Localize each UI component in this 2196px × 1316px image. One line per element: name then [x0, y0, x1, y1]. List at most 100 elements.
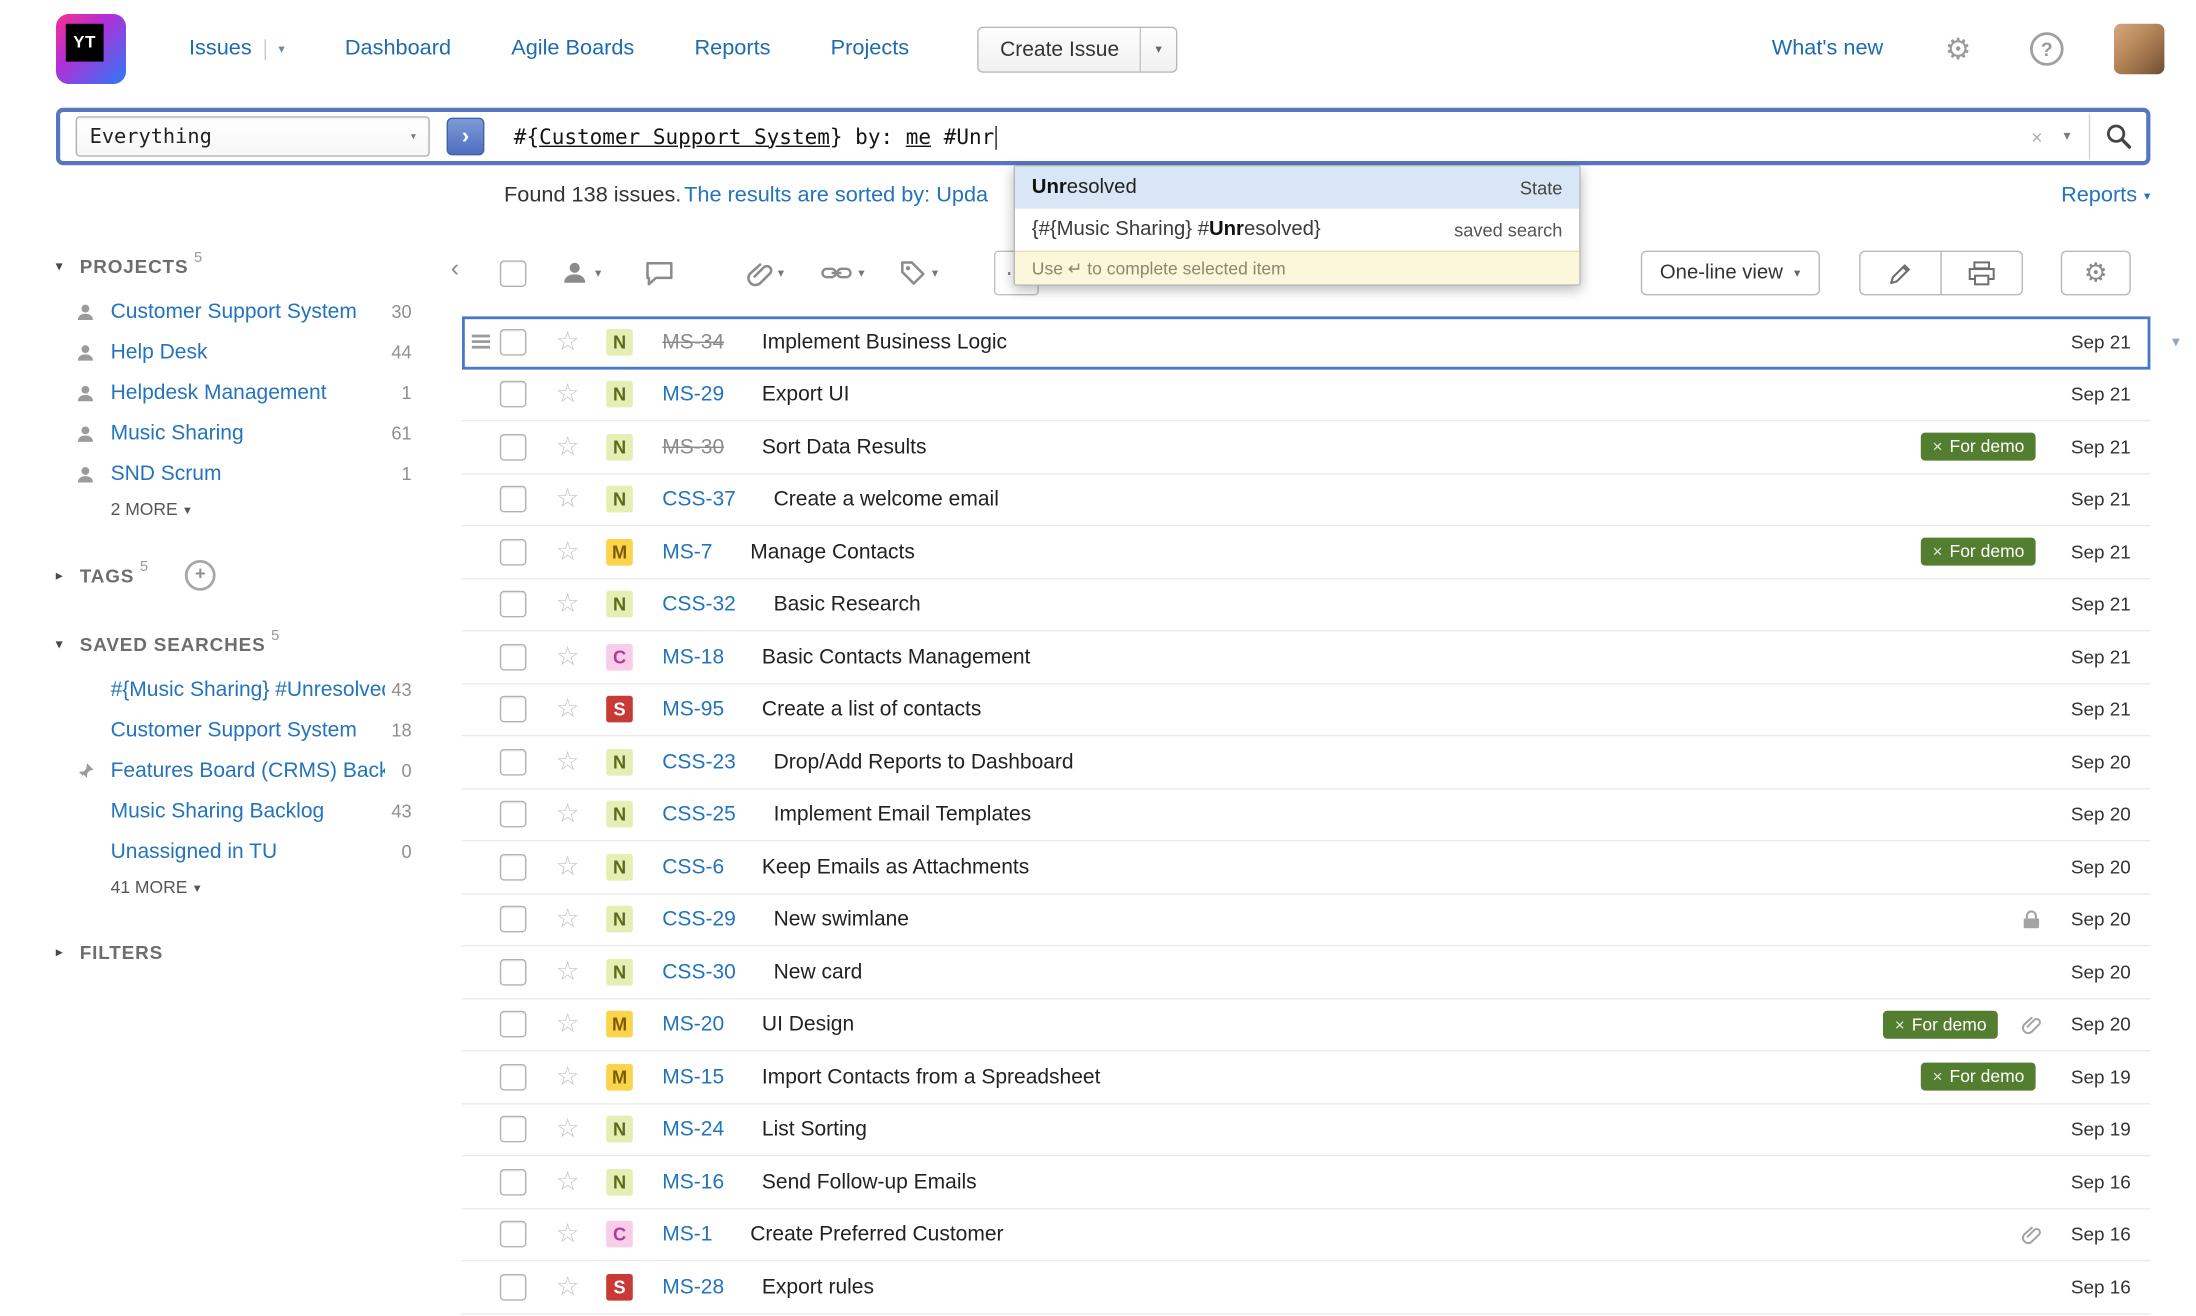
tags-section-header[interactable]: ▸ TAGS 5 + — [56, 563, 465, 588]
sidebar-item[interactable]: Customer Support System 30 — [56, 291, 465, 332]
saved-searches-section-header[interactable]: ▾ SAVED SEARCHES 5 — [56, 631, 465, 656]
issue-checkbox[interactable] — [500, 434, 527, 461]
star-icon[interactable]: ☆ — [556, 959, 580, 986]
assignee-tool-button[interactable]: ▾ — [560, 259, 601, 287]
issue-id-link[interactable]: MS-1 — [662, 1223, 712, 1247]
sidebar-collapse-icon[interactable]: ‹ — [451, 255, 459, 280]
issue-id-link[interactable]: CSS-29 — [662, 908, 736, 932]
star-icon[interactable]: ☆ — [556, 1116, 580, 1143]
edit-button[interactable] — [1859, 251, 1942, 296]
star-icon[interactable]: ☆ — [556, 329, 580, 356]
sidebar-item[interactable]: Helpdesk Management 1 — [56, 372, 465, 413]
issue-checkbox[interactable] — [500, 1011, 527, 1038]
issue-checkbox[interactable] — [500, 749, 527, 776]
issue-checkbox[interactable] — [500, 959, 527, 986]
star-icon[interactable]: ☆ — [556, 1169, 580, 1196]
issue-row[interactable]: ☆ N CSS-23 Drop/Add Reports to Dashboard… — [462, 736, 2150, 789]
search-go-button[interactable]: › — [447, 118, 485, 156]
issue-row[interactable]: ☆ S MS-95 Create a list of contacts Sep … — [462, 684, 2150, 737]
nav-item-agile-boards[interactable]: Agile Boards — [511, 36, 634, 61]
sort-order-link[interactable]: The results are sorted by: Upda — [684, 183, 988, 208]
star-icon[interactable]: ☆ — [556, 1064, 580, 1091]
issue-row[interactable]: ☆ C MS-1 Create Preferred Customer Sep 1… — [462, 1209, 2150, 1262]
sidebar-item[interactable]: Customer Support System 18 — [56, 710, 465, 751]
clear-search-icon[interactable]: × — [2031, 125, 2042, 147]
issue-title-link[interactable]: Implement Email Templates — [774, 803, 1032, 827]
sidebar-item[interactable]: Music Sharing Backlog 43 — [56, 791, 465, 832]
help-icon[interactable]: ? — [2030, 32, 2064, 66]
issue-id-link[interactable]: CSS-23 — [662, 750, 736, 774]
issue-row[interactable]: ☆ N CSS-30 New card Sep 20 — [462, 946, 2150, 999]
issue-row[interactable]: ☆ N CSS-6 Keep Emails as Attachments Sep… — [462, 841, 2150, 894]
issue-checkbox[interactable] — [500, 1274, 527, 1301]
create-issue-dropdown-caret[interactable]: ▾ — [1140, 27, 1176, 70]
issue-title-link[interactable]: Basic Contacts Management — [762, 645, 1030, 669]
reports-dropdown[interactable]: Reports ▾ — [2061, 183, 2150, 208]
tag-tool-button[interactable]: ▾ — [898, 259, 938, 287]
star-icon[interactable]: ☆ — [556, 696, 580, 723]
issue-checkbox[interactable] — [500, 1169, 527, 1196]
issue-checkbox[interactable] — [500, 1116, 527, 1143]
add-tag-button[interactable]: + — [185, 560, 216, 591]
issue-title-link[interactable]: List Sorting — [762, 1118, 867, 1142]
issue-id-link[interactable]: MS-18 — [662, 645, 724, 669]
remove-tag-icon[interactable]: × — [1933, 437, 1943, 457]
issue-title-link[interactable]: Create a list of contacts — [762, 698, 981, 722]
issue-id-link[interactable]: CSS-25 — [662, 803, 736, 827]
issue-row[interactable]: ☆ N MS-24 List Sorting Sep 19 — [462, 1104, 2150, 1157]
star-icon[interactable]: ☆ — [556, 1274, 580, 1301]
remove-tag-icon[interactable]: × — [1895, 1015, 1905, 1035]
filters-section-header[interactable]: ▸ FILTERS — [56, 939, 465, 964]
link-tool-button[interactable]: ▾ — [820, 259, 864, 287]
issue-id-link[interactable]: MS-29 — [662, 383, 724, 407]
issue-row[interactable]: ☆ M MS-20 UI Design × For demo Sep 20 — [462, 999, 2150, 1052]
issue-title-link[interactable]: UI Design — [762, 1013, 854, 1037]
sidebar-item[interactable]: Features Board (CRMS) Backlog 0 — [56, 750, 465, 791]
issue-title-link[interactable]: Manage Contacts — [750, 540, 915, 564]
chevron-down-icon[interactable]: ▾ — [278, 41, 284, 56]
issue-checkbox[interactable] — [500, 801, 527, 828]
issue-checkbox[interactable] — [500, 329, 527, 356]
remove-tag-icon[interactable]: × — [1933, 542, 1943, 562]
expand-chevron-icon[interactable]: ▾ — [2172, 333, 2180, 351]
issue-row[interactable]: ☆ N MS-29 Export UI Sep 21 — [462, 369, 2150, 422]
nav-item-dashboard[interactable]: Dashboard — [345, 36, 451, 61]
drag-handle-icon[interactable] — [472, 335, 490, 349]
issue-title-link[interactable]: Import Contacts from a Spreadsheet — [762, 1065, 1100, 1089]
sidebar-item[interactable]: #{Music Sharing} #Unresolved 43 — [56, 669, 465, 710]
attach-tool-button[interactable]: ▾ — [744, 259, 784, 287]
issue-row[interactable]: ☆ C MS-18 Basic Contacts Management Sep … — [462, 631, 2150, 684]
create-issue-button[interactable]: Create Issue ▾ — [978, 26, 1178, 72]
issue-title-link[interactable]: Create a welcome email — [774, 488, 999, 512]
nav-item-projects[interactable]: Projects — [831, 36, 909, 61]
issue-row[interactable]: ☆ N MS-34 Implement Business Logic Sep 2… — [462, 316, 2150, 369]
sidebar-item[interactable]: Help Desk 44 — [56, 332, 465, 373]
search-icon[interactable] — [2090, 123, 2146, 150]
star-icon[interactable]: ☆ — [556, 539, 580, 566]
issue-id-link[interactable]: MS-30 — [662, 435, 724, 459]
issue-title-link[interactable]: New card — [774, 960, 863, 984]
for-demo-tag[interactable]: × For demo — [1921, 433, 2035, 461]
issue-id-link[interactable]: MS-20 — [662, 1013, 724, 1037]
issue-checkbox[interactable] — [500, 854, 527, 881]
sidebar-item[interactable]: Music Sharing 61 — [56, 413, 465, 454]
for-demo-tag[interactable]: × For demo — [1884, 1010, 1998, 1038]
issue-row[interactable]: ☆ S MS-28 Export rules Sep 16 — [462, 1261, 2150, 1314]
star-icon[interactable]: ☆ — [556, 854, 580, 881]
issue-checkbox[interactable] — [500, 539, 527, 566]
issue-title-link[interactable]: Send Follow-up Emails — [762, 1170, 977, 1194]
issue-id-link[interactable]: MS-7 — [662, 540, 712, 564]
issue-checkbox[interactable] — [500, 906, 527, 933]
autocomplete-item[interactable]: {#{Music Sharing} #Unresolved} saved sea… — [1015, 209, 1579, 251]
issue-row[interactable]: ☆ N CSS-32 Basic Research Sep 21 — [462, 579, 2150, 632]
issue-title-link[interactable]: Create Preferred Customer — [750, 1223, 1003, 1247]
select-all-checkbox[interactable] — [500, 260, 527, 287]
for-demo-tag[interactable]: × For demo — [1921, 538, 2035, 566]
issue-title-link[interactable]: Sort Data Results — [762, 435, 927, 459]
issue-id-link[interactable]: CSS-30 — [662, 960, 736, 984]
star-icon[interactable]: ☆ — [556, 749, 580, 776]
star-icon[interactable]: ☆ — [556, 1011, 580, 1038]
issue-checkbox[interactable] — [500, 591, 527, 618]
issue-row[interactable]: ☆ M MS-7 Manage Contacts × For demo Sep … — [462, 526, 2150, 579]
for-demo-tag[interactable]: × For demo — [1921, 1063, 2035, 1091]
